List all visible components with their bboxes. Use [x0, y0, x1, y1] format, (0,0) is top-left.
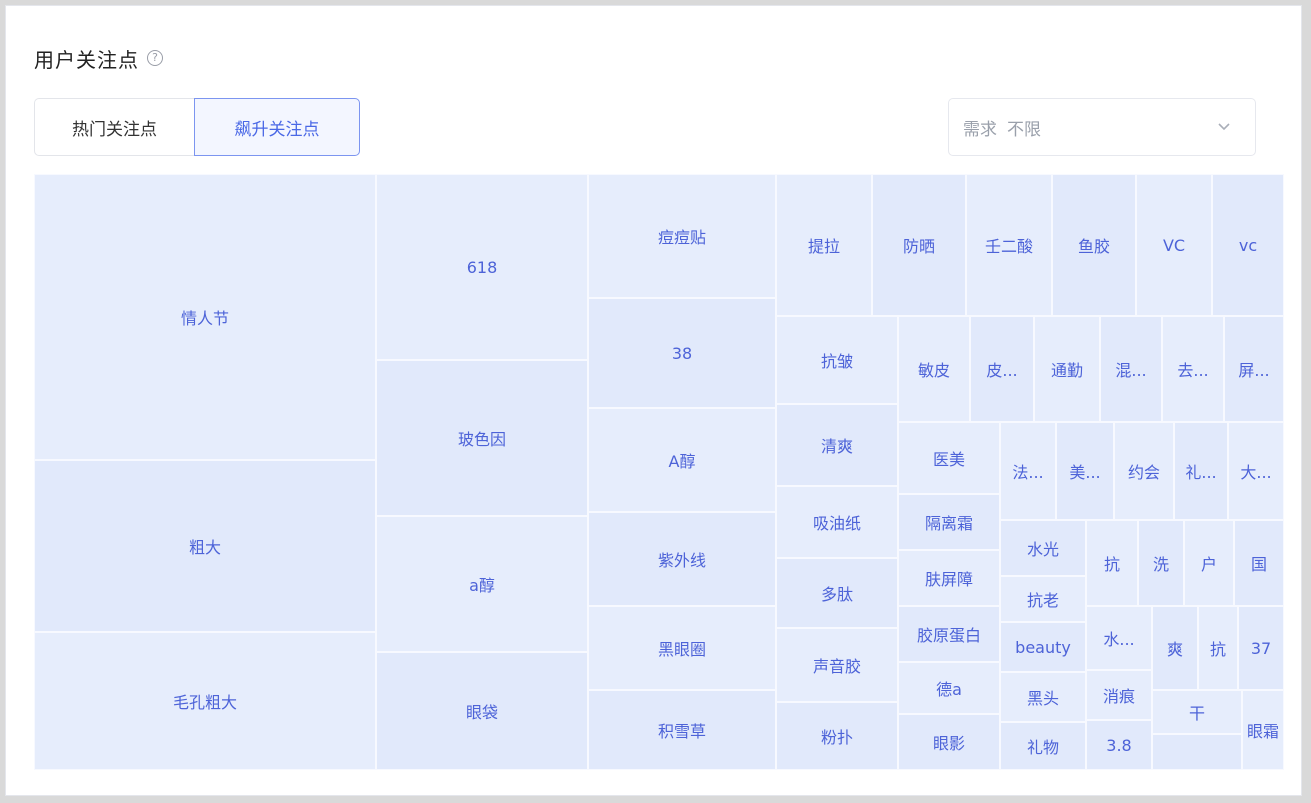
card-header: 用户关注点 ? [34, 42, 163, 74]
focus-tabs: 热门关注点 飙升关注点 [34, 98, 360, 156]
question-circle-icon[interactable]: ? [147, 50, 163, 66]
treemap-cell[interactable]: 清爽 [776, 404, 898, 486]
treemap-cell[interactable]: 胶原蛋白 [898, 606, 1000, 662]
treemap-cell[interactable]: 敏皮 [898, 316, 970, 422]
treemap-cell[interactable]: 大... [1228, 422, 1284, 520]
treemap-cell[interactable]: 皮... [970, 316, 1034, 422]
treemap-cell[interactable]: 洗 [1138, 520, 1184, 606]
treemap-cell[interactable]: 积雪草 [588, 690, 776, 770]
treemap-cell[interactable] [1152, 734, 1242, 770]
treemap-cell[interactable]: 粗大 [34, 460, 376, 632]
treemap-cell[interactable]: 3.8 [1086, 720, 1152, 770]
treemap-cell[interactable]: 痘痘贴 [588, 174, 776, 298]
treemap-cell[interactable]: a醇 [376, 516, 588, 652]
treemap-cell[interactable]: 礼物 [1000, 722, 1086, 770]
treemap-cell[interactable]: 眼影 [898, 714, 1000, 770]
treemap-cell[interactable]: 医美 [898, 422, 1000, 494]
tab-hot-focus[interactable]: 热门关注点 [34, 98, 194, 156]
treemap-cell[interactable]: 壬二酸 [966, 174, 1052, 316]
treemap-cell[interactable]: 防晒 [872, 174, 966, 316]
treemap-cell[interactable]: 37 [1238, 606, 1284, 690]
treemap-cell[interactable]: 多肽 [776, 558, 898, 628]
treemap-cell[interactable]: 水... [1086, 606, 1152, 670]
treemap-cell[interactable]: 国 [1234, 520, 1284, 606]
treemap-cell[interactable]: 抗 [1198, 606, 1238, 690]
treemap-cell[interactable]: 消痕 [1086, 670, 1152, 720]
treemap-cell[interactable]: 法... [1000, 422, 1056, 520]
card-title: 用户关注点 [34, 47, 139, 72]
treemap-cell[interactable]: 水光 [1000, 520, 1086, 576]
treemap-cell[interactable]: 618 [376, 174, 588, 360]
treemap-cell[interactable]: 吸油纸 [776, 486, 898, 558]
treemap-cell[interactable]: 屏... [1224, 316, 1284, 422]
treemap-cell[interactable]: 玻色因 [376, 360, 588, 516]
treemap-cell[interactable]: 抗 [1086, 520, 1138, 606]
treemap-cell[interactable]: VC [1136, 174, 1212, 316]
treemap-cell[interactable]: 眼袋 [376, 652, 588, 770]
treemap-cell[interactable]: 情人节 [34, 174, 376, 460]
treemap-cell[interactable]: 隔离霜 [898, 494, 1000, 550]
treemap-cell[interactable]: 抗皱 [776, 316, 898, 404]
treemap-cell[interactable]: 混... [1100, 316, 1162, 422]
treemap-cell[interactable]: 黑头 [1000, 672, 1086, 722]
treemap-cell[interactable]: 毛孔粗大 [34, 632, 376, 770]
treemap-cell[interactable]: 眼霜 [1242, 690, 1284, 770]
treemap-cell[interactable]: 提拉 [776, 174, 872, 316]
treemap-cell[interactable]: 去... [1162, 316, 1224, 422]
treemap-cell[interactable]: 德a [898, 662, 1000, 714]
demand-filter-select[interactable]: 需求 不限 [948, 98, 1256, 156]
treemap-cell[interactable]: 礼... [1174, 422, 1228, 520]
user-focus-card: 用户关注点 ? 热门关注点 飙升关注点 需求 不限 情人节 粗大 毛孔粗大 61… [5, 5, 1302, 796]
treemap-cell[interactable]: 抗老 [1000, 576, 1086, 622]
treemap-cell[interactable]: 干 [1152, 690, 1242, 734]
filter-label: 需求 [963, 119, 997, 140]
treemap-cell[interactable]: 美... [1056, 422, 1114, 520]
treemap-cell[interactable]: 粉扑 [776, 702, 898, 770]
treemap-cell[interactable]: 肤屏障 [898, 550, 1000, 606]
treemap-cell[interactable]: vc [1212, 174, 1284, 316]
treemap-cell[interactable]: 通勤 [1034, 316, 1100, 422]
treemap-cell[interactable]: 鱼胶 [1052, 174, 1136, 316]
treemap-cell[interactable]: 约会 [1114, 422, 1174, 520]
treemap-cell[interactable]: 黑眼圈 [588, 606, 776, 690]
chevron-down-icon [1218, 123, 1230, 131]
treemap-cell[interactable]: 紫外线 [588, 512, 776, 606]
treemap-cell[interactable]: beauty [1000, 622, 1086, 672]
tab-rising-focus[interactable]: 飙升关注点 [194, 98, 360, 156]
treemap-cell[interactable]: 38 [588, 298, 776, 408]
treemap-cell[interactable]: A醇 [588, 408, 776, 512]
filter-value: 不限 [1007, 119, 1041, 140]
focus-treemap: 情人节 粗大 毛孔粗大 618 玻色因 a醇 眼袋 痘痘贴 38 A醇 紫外线 … [34, 174, 1284, 770]
treemap-cell[interactable]: 爽 [1152, 606, 1198, 690]
treemap-cell[interactable]: 声音胶 [776, 628, 898, 702]
treemap-cell[interactable]: 户 [1184, 520, 1234, 606]
